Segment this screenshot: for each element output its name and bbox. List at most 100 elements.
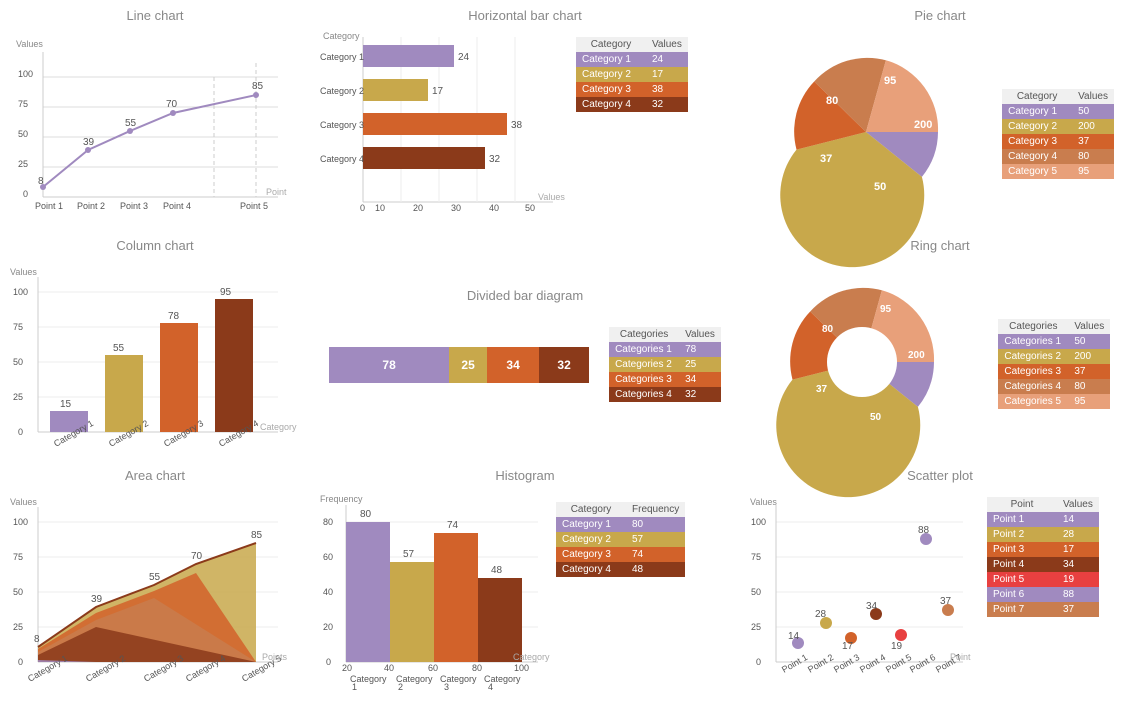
svg-text:60: 60 bbox=[323, 552, 333, 562]
svg-text:3: 3 bbox=[444, 682, 449, 692]
svg-text:60: 60 bbox=[428, 663, 438, 673]
svg-text:0: 0 bbox=[18, 657, 23, 667]
svg-text:10: 10 bbox=[375, 203, 385, 213]
ring-legend: CategoriesValues Categories 150 Categori… bbox=[998, 319, 1110, 409]
svg-text:50: 50 bbox=[13, 587, 23, 597]
svg-text:25: 25 bbox=[18, 159, 28, 169]
svg-text:80: 80 bbox=[826, 95, 838, 107]
svg-text:50: 50 bbox=[18, 129, 28, 139]
svg-text:70: 70 bbox=[166, 99, 178, 110]
svg-text:0: 0 bbox=[756, 657, 761, 667]
svg-text:55: 55 bbox=[125, 118, 137, 129]
svg-text:19: 19 bbox=[891, 641, 903, 652]
svg-text:80: 80 bbox=[822, 324, 834, 335]
hbar-chart-title: Horizontal bar chart bbox=[318, 8, 732, 23]
svg-text:Point 6: Point 6 bbox=[908, 652, 937, 675]
histogram-legend: CategoryFrequency Category 180 Category … bbox=[556, 502, 685, 577]
svg-text:50: 50 bbox=[870, 412, 882, 423]
svg-text:75: 75 bbox=[18, 99, 28, 109]
scatter-chart-svg: Values 0 25 50 75 100 14 bbox=[748, 487, 983, 687]
divbar-legend: CategoriesValues Categories 178 Categori… bbox=[609, 327, 721, 402]
svg-text:30: 30 bbox=[451, 203, 461, 213]
hbar-chart-cell: Horizontal bar chart Category 0 10 20 30… bbox=[310, 0, 740, 230]
svg-text:Category 2: Category 2 bbox=[320, 86, 364, 96]
svg-text:37: 37 bbox=[816, 384, 828, 395]
svg-text:Points: Points bbox=[262, 652, 288, 662]
divbar-chart-title: Divided bar diagram bbox=[318, 288, 732, 303]
svg-text:Point 3: Point 3 bbox=[832, 652, 861, 675]
svg-text:Category 3: Category 3 bbox=[320, 120, 364, 130]
svg-text:17: 17 bbox=[842, 641, 854, 652]
svg-text:55: 55 bbox=[113, 343, 125, 354]
line-chart-svg: Values 0 25 50 75 100 bbox=[8, 27, 298, 212]
svg-text:38: 38 bbox=[511, 120, 523, 131]
svg-text:Category 1: Category 1 bbox=[320, 52, 364, 62]
pie-chart-cell: Pie chart bbox=[740, 0, 1140, 230]
svg-text:200: 200 bbox=[914, 119, 932, 131]
svg-text:Category 4: Category 4 bbox=[320, 154, 364, 164]
column-chart-title: Column chart bbox=[8, 238, 302, 253]
svg-text:24: 24 bbox=[458, 52, 470, 63]
ring-chart-title: Ring chart bbox=[748, 238, 1132, 253]
divbar-seg-1: 78 bbox=[329, 347, 449, 383]
svg-text:80: 80 bbox=[323, 517, 333, 527]
svg-text:0: 0 bbox=[23, 189, 28, 199]
svg-text:Point 4: Point 4 bbox=[858, 652, 887, 675]
svg-text:40: 40 bbox=[323, 587, 333, 597]
svg-text:55: 55 bbox=[149, 572, 161, 583]
svg-text:74: 74 bbox=[447, 520, 459, 531]
divided-bar: 78 25 34 32 bbox=[329, 347, 589, 383]
svg-text:37: 37 bbox=[820, 153, 832, 165]
svg-text:50: 50 bbox=[525, 203, 535, 213]
svg-text:25: 25 bbox=[13, 622, 23, 632]
svg-text:75: 75 bbox=[13, 552, 23, 562]
line-y-label: Values bbox=[16, 39, 43, 49]
svg-text:Values: Values bbox=[750, 497, 777, 507]
svg-text:80: 80 bbox=[472, 663, 482, 673]
svg-text:100: 100 bbox=[751, 517, 766, 527]
svg-text:78: 78 bbox=[168, 311, 180, 322]
svg-text:15: 15 bbox=[60, 399, 72, 410]
pie-chart-svg: 200 50 37 80 95 bbox=[766, 42, 966, 227]
scatter-legend: PointValues Point 114 Point 228 Point 31… bbox=[987, 497, 1099, 617]
svg-text:Values: Values bbox=[10, 267, 37, 277]
svg-text:48: 48 bbox=[491, 565, 503, 576]
svg-text:Point 1: Point 1 bbox=[35, 201, 63, 211]
pie-legend: CategoryValues Category 150 Category 220… bbox=[1002, 89, 1114, 179]
svg-text:95: 95 bbox=[884, 75, 896, 87]
svg-text:14: 14 bbox=[788, 631, 800, 642]
hbar-chart-svg: Category 0 10 20 30 40 50 2 bbox=[318, 27, 568, 212]
histogram-cell: Histogram Frequency 0 20 40 60 80 bbox=[310, 460, 740, 700]
svg-text:70: 70 bbox=[191, 551, 203, 562]
area-chart-cell: Area chart Values 0 25 50 75 100 bbox=[0, 460, 310, 700]
column-chart-svg: Values 0 25 50 75 100 15 55 78 bbox=[8, 257, 298, 452]
svg-text:28: 28 bbox=[815, 609, 827, 620]
svg-text:Frequency: Frequency bbox=[320, 494, 363, 504]
svg-text:Point 3: Point 3 bbox=[120, 201, 148, 211]
divbar-chart-cell: Divided bar diagram 78 25 34 32 Categori… bbox=[310, 230, 740, 460]
svg-text:50: 50 bbox=[751, 587, 761, 597]
ring-chart-cell: Ring chart 200 50 37 bbox=[740, 230, 1140, 460]
svg-text:75: 75 bbox=[751, 552, 761, 562]
svg-text:85: 85 bbox=[252, 81, 264, 92]
svg-text:25: 25 bbox=[13, 392, 23, 402]
dashboard: Line chart Values 0 25 50 75 100 bbox=[0, 0, 1143, 707]
svg-text:0: 0 bbox=[360, 203, 365, 213]
svg-text:34: 34 bbox=[866, 601, 878, 612]
scatter-chart-title: Scatter plot bbox=[748, 468, 1132, 483]
svg-text:25: 25 bbox=[751, 622, 761, 632]
svg-text:2: 2 bbox=[398, 682, 403, 692]
svg-text:Point 4: Point 4 bbox=[163, 201, 191, 211]
svg-text:100: 100 bbox=[13, 517, 28, 527]
svg-text:Values: Values bbox=[10, 497, 37, 507]
svg-text:Point 5: Point 5 bbox=[884, 652, 913, 675]
svg-text:8: 8 bbox=[38, 176, 44, 187]
svg-text:Point 1: Point 1 bbox=[780, 652, 809, 675]
svg-text:80: 80 bbox=[360, 509, 372, 520]
svg-text:17: 17 bbox=[432, 86, 444, 97]
svg-text:Point 5: Point 5 bbox=[240, 201, 268, 211]
svg-text:95: 95 bbox=[220, 287, 232, 298]
svg-text:20: 20 bbox=[323, 622, 333, 632]
svg-text:Category: Category bbox=[513, 652, 550, 662]
svg-text:95: 95 bbox=[880, 304, 892, 315]
